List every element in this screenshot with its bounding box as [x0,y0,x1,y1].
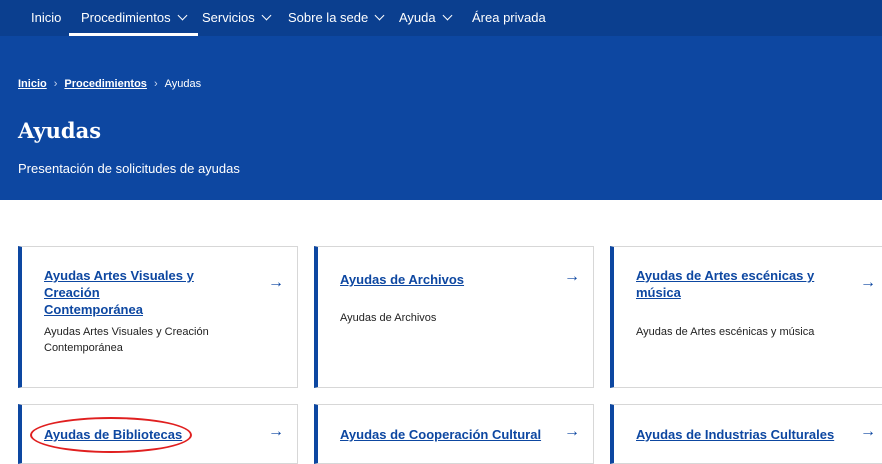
card-description: Ayudas Artes Visuales y Creación Contemp… [44,324,209,356]
chevron-down-icon [261,10,272,21]
nav-item-ayuda[interactable]: Ayuda [399,0,453,36]
nav-item-inicio[interactable]: Inicio [31,0,61,36]
card-ayudas-artes-escenicas[interactable]: Ayudas de Artes escénicas y música → Ayu… [610,246,882,388]
card-title-line: Ayudas de Artes escénicas y [636,268,815,283]
card-title-link[interactable]: Ayudas de Industrias Culturales [636,426,856,443]
card-title-line: Ayudas de Industrias Culturales [636,427,835,442]
card-title-link[interactable]: Ayudas de Artes escénicas y música [636,267,836,301]
arrow-right-icon[interactable]: → [268,423,284,441]
top-navigation: Inicio Procedimientos Servicios Sobre la… [0,0,882,36]
nav-item-procedimientos[interactable]: Procedimientos [69,0,198,36]
breadcrumb: Inicio › Procedimientos › Ayudas [18,78,201,90]
nav-item-label: Servicios [202,10,255,25]
highlight-ellipse [30,417,192,453]
card-description: Ayudas de Artes escénicas y música [636,324,814,340]
page-title: Ayudas [18,118,102,143]
card-title-line: Ayudas de Archivos [340,272,465,287]
nav-item-label: Procedimientos [81,10,171,25]
arrow-right-icon[interactable]: → [564,423,580,441]
arrow-right-icon[interactable]: → [860,274,876,292]
card-ayudas-artes-visuales[interactable]: Ayudas Artes Visuales y Creación Contemp… [18,246,298,388]
chevron-down-icon [442,10,453,21]
breadcrumb-separator: › [53,78,58,90]
chevron-down-icon [374,10,385,21]
chevron-down-icon [177,10,188,21]
card-title-line: Ayudas de Cooperación Cultural [340,427,542,442]
card-title-link[interactable]: Ayudas Artes Visuales y Creación Contemp… [44,267,244,318]
card-description-line: Ayudas Artes Visuales y Creación [44,326,209,338]
nav-item-label: Inicio [31,10,62,25]
breadcrumb-current: Ayudas [164,78,202,90]
card-description-line: Ayudas de Artes escénicas y música [636,326,815,338]
card-ayudas-industrias-culturales[interactable]: Ayudas de Industrias Culturales → [610,404,882,464]
arrow-right-icon[interactable]: → [268,274,284,292]
breadcrumb-separator: › [153,78,158,90]
nav-item-label: Área privada [472,10,546,25]
card-title-line: Contemporánea [44,302,143,317]
nav-item-servicios[interactable]: Servicios [202,0,272,36]
nav-item-area-privada[interactable]: Área privada [472,0,546,36]
card-description-line: Contemporánea [44,342,123,354]
nav-item-sobre-la-sede[interactable]: Sobre la sede [288,0,385,36]
card-title-line: Ayudas Artes Visuales y Creación [44,268,194,300]
card-title-link[interactable]: Ayudas de Cooperación Cultural [340,426,560,443]
arrow-right-icon[interactable]: → [860,423,876,441]
arrow-right-icon[interactable]: → [564,268,580,286]
card-description-line: Ayudas de Archivos [340,312,437,324]
card-title-link[interactable]: Ayudas de Archivos [340,271,540,288]
page-subtitle: Presentación de solicitudes de ayudas [18,161,240,176]
card-title-line: música [636,285,681,300]
card-description: Ayudas de Archivos [340,310,436,326]
card-ayudas-cooperacion-cultural[interactable]: Ayudas de Cooperación Cultural → [314,404,594,464]
breadcrumb-link-procedimientos[interactable]: Procedimientos [64,78,147,90]
card-ayudas-archivos[interactable]: Ayudas de Archivos → Ayudas de Archivos [314,246,594,388]
breadcrumb-link-inicio[interactable]: Inicio [18,78,47,90]
nav-item-label: Sobre la sede [288,10,369,25]
nav-item-label: Ayuda [399,10,436,25]
